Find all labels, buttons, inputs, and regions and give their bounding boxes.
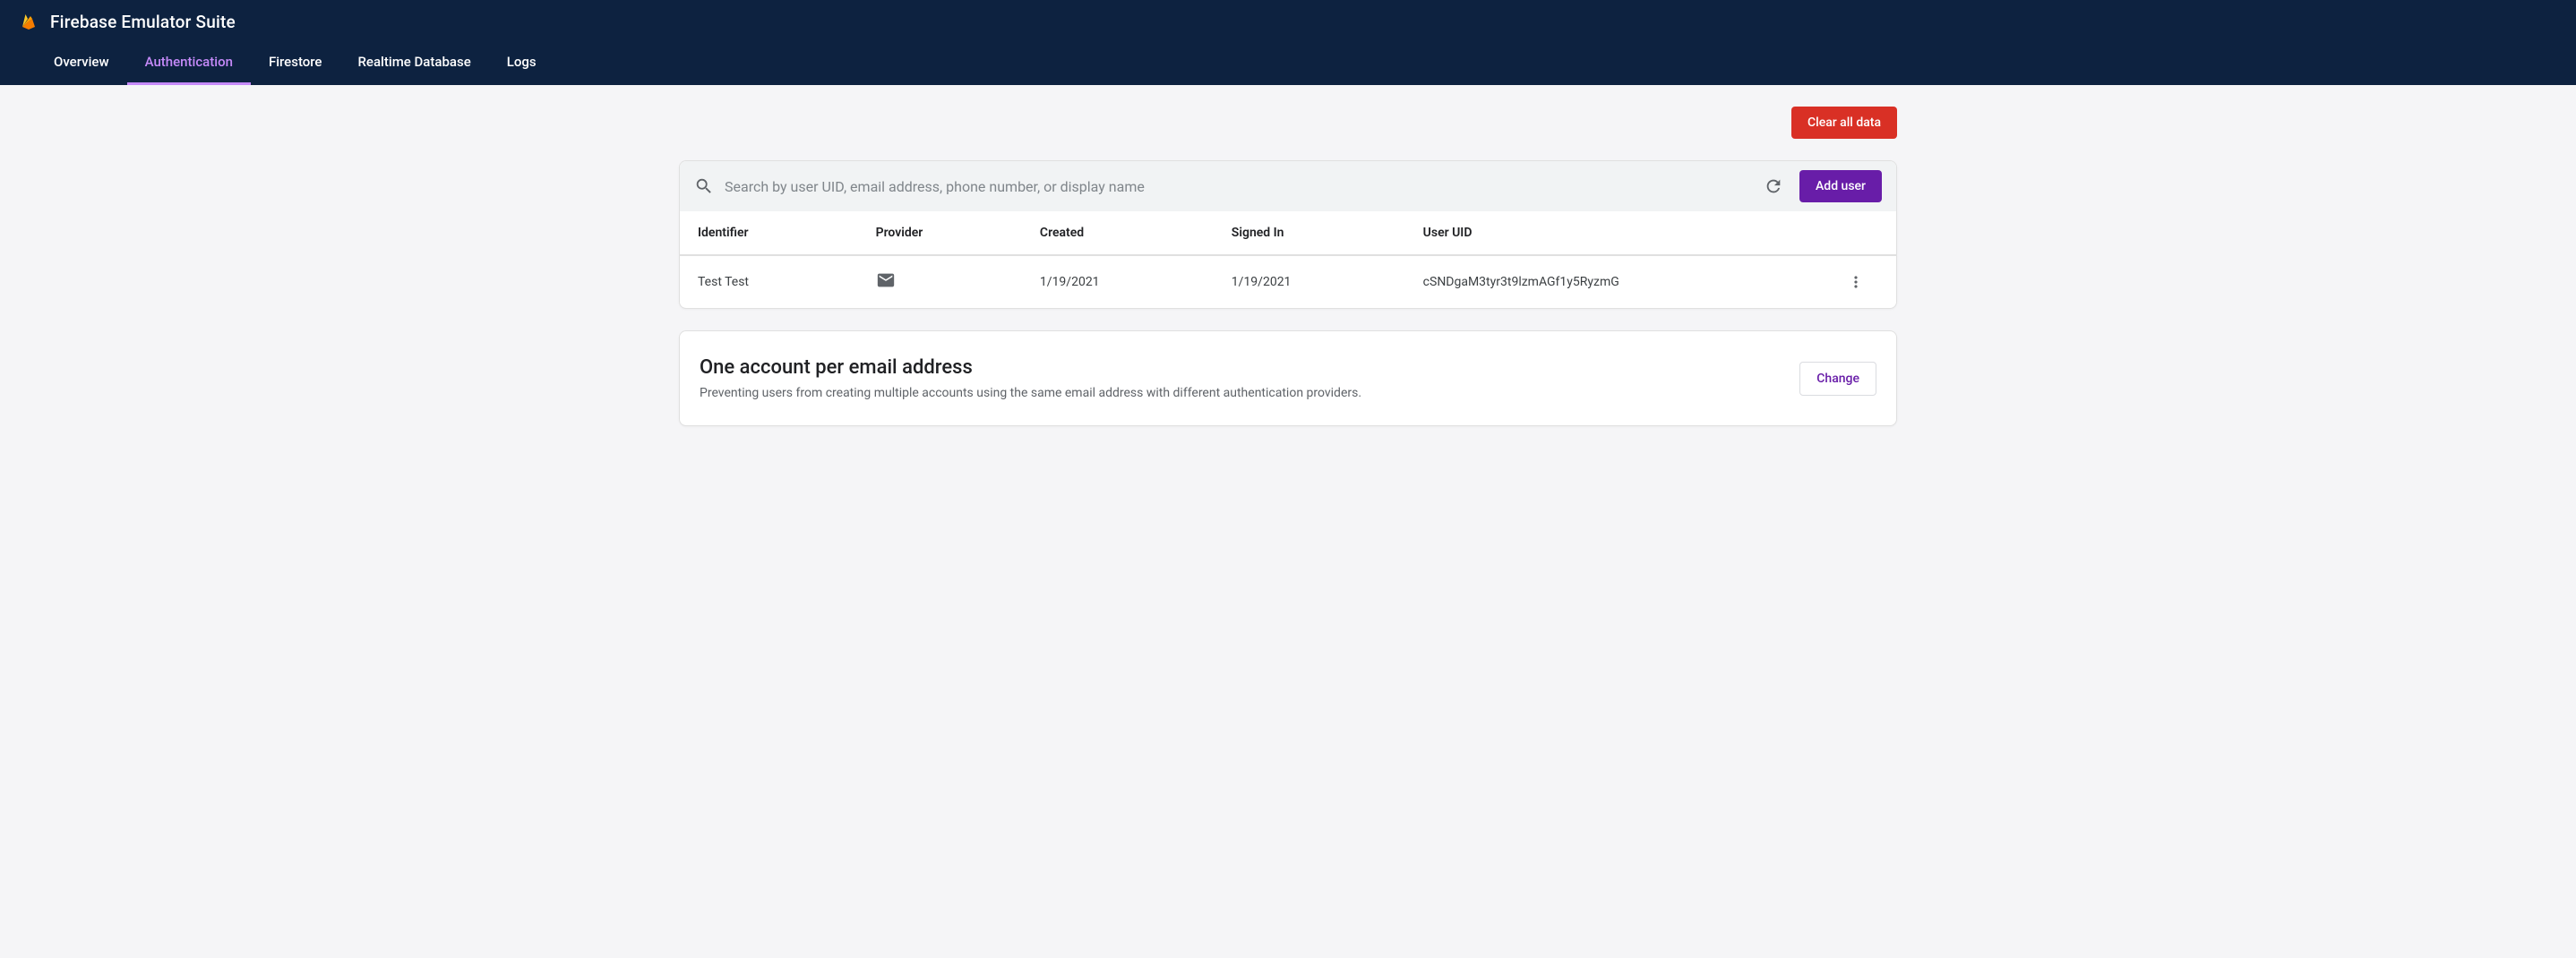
tab-overview[interactable]: Overview (36, 43, 127, 85)
search-bar: Add user (680, 161, 1896, 211)
email-icon (876, 270, 896, 290)
settings-description: Preventing users from creating multiple … (700, 386, 1778, 400)
cell-signed-in: 1/19/2021 (1232, 275, 1423, 289)
clear-all-data-button[interactable]: Clear all data (1791, 107, 1897, 139)
settings-title: One account per email address (700, 356, 1778, 379)
cell-created: 1/19/2021 (1040, 275, 1232, 289)
tab-realtime-database[interactable]: Realtime Database (339, 43, 488, 85)
table-header: Identifier Provider Created Signed In Us… (680, 211, 1896, 255)
settings-text: One account per email address Preventing… (700, 356, 1778, 400)
search-icon (694, 176, 714, 196)
col-provider: Provider (876, 226, 1040, 240)
add-user-button[interactable]: Add user (1799, 170, 1882, 202)
header-top: Firebase Emulator Suite (0, 0, 2576, 43)
firebase-logo-icon (18, 11, 39, 32)
cell-user-uid: cSNDgaM3tyr3t9lzmAGf1y5RyzmG (1423, 275, 1833, 289)
change-button[interactable]: Change (1799, 362, 1876, 396)
refresh-icon[interactable] (1758, 171, 1789, 201)
table-row: Test Test 1/19/2021 1/19/2021 cSNDgaM3ty… (680, 255, 1896, 308)
col-user-uid: User UID (1423, 226, 1833, 240)
cell-provider (876, 270, 1040, 294)
users-table: Identifier Provider Created Signed In Us… (680, 211, 1896, 308)
account-settings-card: One account per email address Preventing… (679, 330, 1897, 426)
row-more-icon[interactable] (1833, 273, 1878, 291)
users-card: Add user Identifier Provider Created Sig… (679, 160, 1897, 309)
col-signed-in: Signed In (1232, 226, 1423, 240)
nav-tabs: Overview Authentication Firestore Realti… (0, 43, 2576, 85)
col-identifier: Identifier (698, 226, 876, 240)
app-header: Firebase Emulator Suite Overview Authent… (0, 0, 2576, 85)
cell-identifier: Test Test (698, 275, 876, 289)
tab-authentication[interactable]: Authentication (127, 43, 251, 85)
main-content: Clear all data Add user Identifier Provi… (661, 85, 1915, 469)
col-created: Created (1040, 226, 1232, 240)
top-actions: Clear all data (679, 107, 1897, 139)
app-title: Firebase Emulator Suite (50, 12, 236, 32)
tab-logs[interactable]: Logs (489, 43, 554, 85)
tab-firestore[interactable]: Firestore (251, 43, 340, 85)
search-input[interactable] (725, 173, 1747, 201)
